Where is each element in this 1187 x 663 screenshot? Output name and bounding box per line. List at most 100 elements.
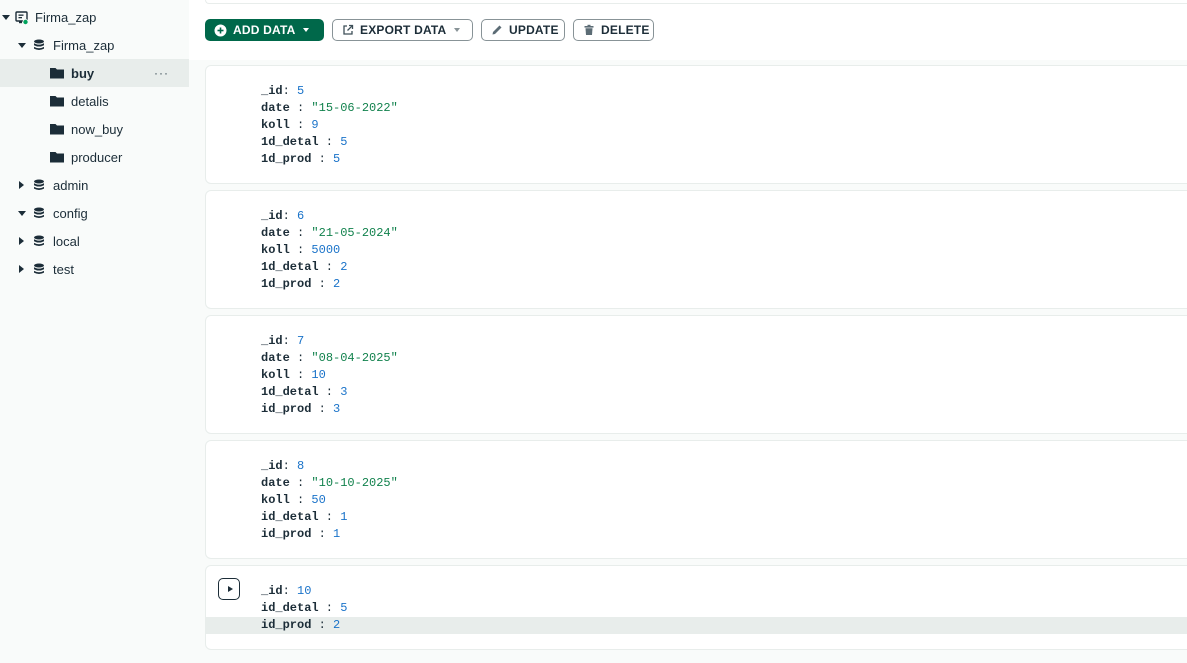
document-field[interactable]: _id: 8 [261,458,304,475]
database-icon [34,263,44,274]
field-value: "15-06-2022" [311,101,398,115]
document-card[interactable]: _id: 6 date : "21-05-2024" koll : 5000 1… [205,190,1187,309]
document-field[interactable]: date : "10-10-2025" [261,475,398,492]
document-field[interactable]: date : "15-06-2022" [261,100,398,117]
chevron-down-icon [454,28,461,32]
field-value: 3 [340,385,348,399]
field-value: 1 [333,527,341,541]
document-field[interactable]: koll : 10 [261,367,326,384]
field-value: "08-04-2025" [311,351,398,365]
sidebar-db-label: Firma_zap [53,37,115,53]
field-value: 2 [333,618,341,632]
field-value: 10 [297,584,312,598]
sidebar-collection-producer[interactable]: producer [0,143,189,171]
document-field[interactable]: koll : 5000 [261,242,340,259]
sidebar-db-label: test [53,261,74,277]
field-key: 1d_detal [261,385,319,399]
document-field[interactable]: 1d_detal : 2 [261,259,347,276]
document-field[interactable]: id_prod : 1 [261,526,340,543]
delete-button[interactable]: DELETE [573,19,654,41]
sidebar-db-firma-zap[interactable]: Firma_zap [0,31,189,59]
document-field[interactable]: koll : 9 [261,117,319,134]
field-key: id_prod [261,618,312,632]
field-key: date [261,226,290,240]
sidebar: Firma_zap Firma_zap buy ··· detalis now_… [0,0,189,663]
sidebar-db-config[interactable]: config [0,199,189,227]
database-icon [34,179,44,190]
field-value: 2 [333,277,341,291]
field-value: 5 [340,135,348,149]
document-field[interactable]: date : "21-05-2024" [261,225,398,242]
field-value: 1 [340,510,348,524]
document-field[interactable]: date : "08-04-2025" [261,350,398,367]
update-label: UPDATE [509,23,559,37]
document-field[interactable]: _id: 5 [261,83,304,100]
add-data-label: ADD DATA [233,23,296,37]
caret-down-icon[interactable] [2,15,10,20]
database-icon [34,207,44,218]
field-value: "10-10-2025" [311,476,398,490]
document-field[interactable]: id_prod : 2 [261,617,340,634]
document-field[interactable]: 1d_prod : 5 [261,151,340,168]
sidebar-db-local[interactable]: local [0,227,189,255]
sidebar-db-label: admin [53,177,89,193]
sidebar-connection-row[interactable]: Firma_zap [0,3,189,31]
field-value: 5 [297,84,305,98]
document-field[interactable]: id_detal : 1 [261,509,347,526]
field-key: id_prod [261,402,312,416]
sidebar-collection-label: buy [71,65,95,81]
expand-document-button[interactable] [218,578,240,600]
document-field[interactable]: koll : 50 [261,492,326,509]
sidebar-collection-buy[interactable]: buy ··· [0,59,189,87]
sidebar-collection-now-buy[interactable]: now_buy [0,115,189,143]
document-field[interactable]: _id: 6 [261,208,304,225]
field-value: "21-05-2024" [311,226,398,240]
document-field[interactable]: 1d_detal : 5 [261,134,347,151]
folder-icon [50,152,64,163]
field-key: _id [261,84,283,98]
field-key: id_prod [261,527,312,541]
caret-right-icon[interactable] [19,237,24,245]
caret-down-icon[interactable] [18,43,26,48]
connection-icon [15,11,29,25]
field-key: 1d_prod [261,152,312,166]
document-field[interactable]: 1d_prod : 2 [261,276,340,293]
database-icon [34,235,44,246]
document-card[interactable]: _id: 10 id_detal : 5 id_prod : 2 [205,565,1187,650]
plus-circle-icon [214,24,227,37]
sidebar-db-test[interactable]: test [0,255,189,283]
field-value: 7 [297,334,305,348]
caret-down-icon[interactable] [18,211,26,216]
update-button[interactable]: UPDATE [481,19,565,41]
document-field[interactable]: id_prod : 3 [261,401,340,418]
document-field[interactable]: 1d_detal : 3 [261,384,347,401]
more-options-icon[interactable]: ··· [154,67,169,79]
field-key: _id [261,209,283,223]
field-value: 5 [340,601,348,615]
document-field[interactable]: _id: 7 [261,333,304,350]
database-icon [34,39,44,50]
document-field[interactable]: id_detal : 5 [261,600,347,617]
document-card[interactable]: _id: 8 date : "10-10-2025" koll : 50 id_… [205,440,1187,559]
export-data-button[interactable]: EXPORT DATA [332,19,473,41]
field-key: koll [261,118,290,132]
field-key: 1d_prod [261,277,312,291]
add-data-button[interactable]: ADD DATA [205,19,324,41]
folder-icon [50,96,64,107]
caret-right-icon[interactable] [19,265,24,273]
document-card[interactable]: _id: 5 date : "15-06-2022" koll : 9 1d_d… [205,65,1187,184]
caret-right-icon[interactable] [19,181,24,189]
sidebar-connection-label: Firma_zap [35,9,97,25]
field-value: 6 [297,209,305,223]
sidebar-collection-detalis[interactable]: detalis [0,87,189,115]
field-key: 1d_detal [261,135,319,149]
field-value: 3 [333,402,341,416]
field-key: id_detal [261,601,319,615]
trash-icon [582,24,595,37]
compass-app: Firma_zap Firma_zap buy ··· detalis now_… [0,0,1187,663]
field-key: id_detal [261,510,319,524]
document-card[interactable]: _id: 7 date : "08-04-2025" koll : 10 1d_… [205,315,1187,434]
document-field[interactable]: _id: 10 [261,583,311,600]
sidebar-db-admin[interactable]: admin [0,171,189,199]
caret-right-icon [227,586,233,592]
